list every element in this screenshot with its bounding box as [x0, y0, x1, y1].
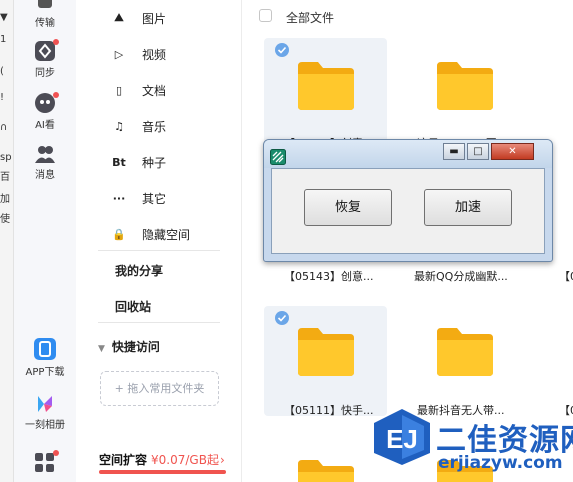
nav-label: AI看 — [35, 120, 55, 131]
folder-icon — [437, 62, 493, 110]
nav-item-transfer[interactable]: 传输 — [14, 0, 76, 29]
edge-text: 使 — [0, 214, 10, 225]
nav-item-apps[interactable] — [14, 450, 76, 476]
nav-item-messages[interactable]: 消息 — [14, 144, 76, 181]
more-icon: ··· — [112, 191, 126, 205]
folder-icon — [437, 328, 493, 376]
tool-dialog: ▬ □ ✕ 恢复 加速 — [263, 139, 553, 262]
sidebar-item-recycle-bin[interactable]: 回收站 — [115, 298, 151, 315]
nav-label: 传输 — [35, 18, 55, 29]
edge-text: ! — [0, 92, 5, 103]
watermark-logo: EJ — [374, 409, 430, 465]
apps-icon — [35, 453, 54, 472]
quick-access-label: 快捷访问 — [111, 340, 160, 354]
phone-icon — [34, 338, 56, 360]
message-icon — [35, 146, 55, 163]
edge-text: 百 — [0, 172, 10, 183]
edge-text: ▼ — [0, 12, 8, 23]
watermark-logo-text: EJ — [386, 424, 418, 454]
notification-dot — [53, 39, 59, 45]
selected-check-icon[interactable] — [275, 311, 289, 325]
caret-down-icon: ▼ — [98, 344, 105, 354]
file-name: 最新QQ分成幽默... — [414, 270, 508, 283]
pin-folder-dropzone[interactable]: + 拖入常用文件夹 — [100, 371, 219, 406]
expand-label: 空间扩容 — [99, 453, 148, 467]
edge-text: sp — [0, 152, 12, 163]
edge-text: 1 — [0, 34, 7, 45]
file-card[interactable]: 【05111】快手... — [264, 306, 387, 417]
storage-expand-link[interactable]: 空间扩容 ¥0.07/GB起› — [99, 451, 225, 468]
dialog-body: 恢复 加速 — [271, 168, 545, 254]
sidebar-item-label: 种子 — [142, 155, 167, 170]
sidebar-item-label: 图片 — [142, 11, 167, 26]
sidebar-item-label: 其它 — [142, 191, 167, 206]
chevron-right-icon: › — [219, 453, 225, 467]
file-name: 【0 — [559, 270, 573, 283]
nav-item-album[interactable]: 一刻相册 — [14, 394, 76, 431]
music-icon: ♫ — [114, 119, 124, 133]
app-window: ▼ 1 ( ! ∩ sp 百 加 使 传输 同步 AI看 消息 APP下载 一刻… — [0, 0, 573, 482]
maximize-button[interactable]: □ — [467, 143, 489, 160]
left-nav: 传输 同步 AI看 消息 APP下载 一刻相册 — [14, 0, 76, 482]
sidebar-item-label: 音乐 — [142, 119, 167, 134]
minimize-button[interactable]: ▬ — [443, 143, 465, 160]
close-button[interactable]: ✕ — [491, 143, 534, 160]
nav-label: APP下载 — [25, 367, 65, 378]
file-card[interactable]: 这是MCU工...图... — [403, 38, 526, 150]
sidebar-item-label: 文档 — [142, 83, 167, 98]
folder-icon — [298, 62, 354, 110]
file-card[interactable]: 最新抖音无人带... — [403, 306, 526, 417]
edge-text: ∩ — [0, 122, 8, 133]
notification-dot — [53, 92, 59, 98]
file-name: 【05111】快手... — [284, 404, 374, 417]
breadcrumb[interactable]: 全部文件 — [286, 9, 334, 26]
torrent-icon: Bt — [112, 155, 126, 169]
nav-item-app-download[interactable]: APP下载 — [14, 337, 76, 378]
background-window-edge: ▼ 1 ( ! ∩ sp 百 加 使 — [0, 0, 14, 482]
sidebar-item-my-share[interactable]: 我的分享 — [115, 262, 163, 279]
quick-access-header[interactable]: ▼ 快捷访问 — [98, 338, 160, 355]
expand-price: ¥0.07/GB起 — [151, 453, 219, 467]
app-icon — [270, 149, 286, 165]
watermark: EJ 二佳资源网 erjiazyw.com — [372, 405, 573, 482]
sidebar-item-label: 隐藏空间 — [142, 227, 191, 242]
dialog-titlebar[interactable]: ▬ □ ✕ — [264, 140, 552, 168]
nav-item-ai[interactable]: AI看 — [14, 92, 76, 131]
select-all-checkbox[interactable] — [259, 9, 272, 22]
transfer-icon — [38, 0, 52, 8]
image-icon: ⛰ — [114, 11, 124, 24]
selected-check-icon[interactable] — [275, 43, 289, 57]
nav-label: 同步 — [35, 68, 55, 79]
lock-icon: 🔒 — [112, 227, 126, 241]
album-icon — [38, 396, 52, 412]
nav-label: 一刻相册 — [25, 420, 65, 431]
file-name: 【05143】创意... — [284, 270, 374, 283]
storage-usage-bar — [99, 470, 226, 474]
folder-icon — [298, 328, 354, 376]
folder-icon — [298, 460, 354, 482]
watermark-url: erjiazyw.com — [438, 453, 563, 473]
nav-item-sync[interactable]: 同步 — [14, 39, 76, 79]
sidebar: ⛰ 图片 ▷ 视频 ▯ 文档 ♫ 音乐 Bt 种子 ··· 其它 🔒 隐藏空间 … — [76, 0, 242, 482]
divider — [98, 250, 220, 251]
speedup-button[interactable]: 加速 — [424, 189, 512, 226]
document-icon: ▯ — [115, 83, 123, 97]
nav-label: 消息 — [35, 170, 55, 181]
file-card[interactable]: 【05174】创意... — [264, 38, 387, 150]
divider — [98, 322, 220, 323]
sidebar-item-label: 视频 — [142, 47, 167, 62]
restore-button[interactable]: 恢复 — [304, 189, 392, 226]
notification-dot — [53, 450, 59, 456]
video-icon: ▷ — [114, 47, 124, 61]
edge-text: ( — [0, 66, 4, 77]
edge-text: 加 — [0, 194, 10, 205]
